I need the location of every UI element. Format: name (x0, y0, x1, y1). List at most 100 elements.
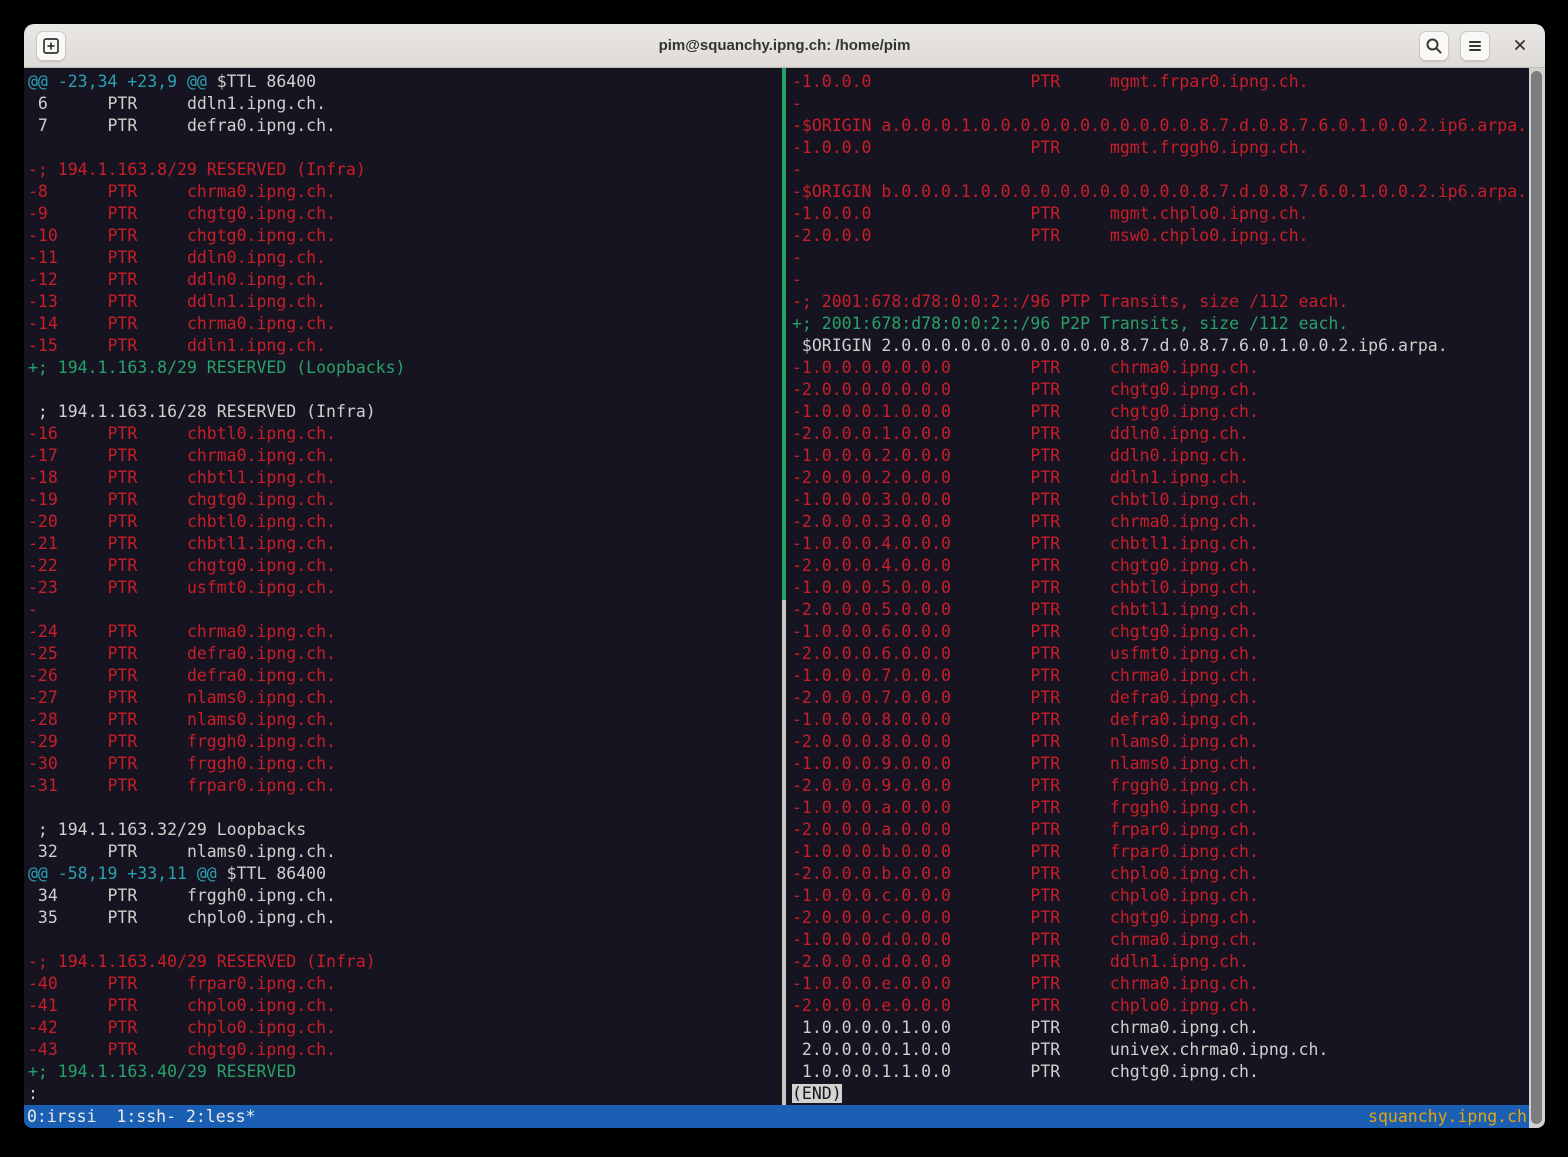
tmux-panes: @@ -23,34 +23,9 @@ $TTL 86400 6 PTR ddln… (24, 68, 1529, 1105)
terminal-line: 1.0.0.0.1.1.0.0 PTR chgtg0.ipng.ch. (792, 1061, 1529, 1083)
terminal-line: ; 194.1.163.16/28 RESERVED (Infra) (28, 401, 782, 423)
terminal-line: -1.0.0.0.3.0.0.0 PTR chbtl0.ipng.ch. (792, 489, 1529, 511)
terminal-line: -30 PTR frggh0.ipng.ch. (28, 753, 782, 775)
terminal-line: -11 PTR ddln0.ipng.ch. (28, 247, 782, 269)
terminal-line: -1.0.0.0.9.0.0.0 PTR nlams0.ipng.ch. (792, 753, 1529, 775)
terminal-line: -1.0.0.0.0.0.0.0 PTR chrma0.ipng.ch. (792, 357, 1529, 379)
terminal-line: -2.0.0.0.6.0.0.0 PTR usfmt0.ipng.ch. (792, 643, 1529, 665)
terminal-line: : (28, 1083, 782, 1105)
terminal-line: -1.0.0.0 PTR mgmt.frpar0.ipng.ch. (792, 71, 1529, 93)
terminal-line: -1.0.0.0.4.0.0.0 PTR chbtl1.ipng.ch. (792, 533, 1529, 555)
scrollbar-track[interactable] (1529, 68, 1545, 1128)
terminal-line: -1.0.0.0.c.0.0.0 PTR chplo0.ipng.ch. (792, 885, 1529, 907)
terminal-content: @@ -23,34 +23,9 @@ $TTL 86400 6 PTR ddln… (24, 68, 1529, 1128)
terminal-line: -16 PTR chbtl0.ipng.ch. (28, 423, 782, 445)
terminal-line: -43 PTR chgtg0.ipng.ch. (28, 1039, 782, 1061)
terminal-line: -10 PTR chgtg0.ipng.ch. (28, 225, 782, 247)
terminal-line (28, 797, 782, 819)
search-button[interactable] (1419, 31, 1449, 61)
terminal-line: 6 PTR ddln1.ipng.ch. (28, 93, 782, 115)
terminal-line: -2.0.0.0.2.0.0.0 PTR ddln1.ipng.ch. (792, 467, 1529, 489)
terminal-line: -14 PTR chrma0.ipng.ch. (28, 313, 782, 335)
terminal-line: -2.0.0.0.9.0.0.0 PTR frggh0.ipng.ch. (792, 775, 1529, 797)
terminal-line: -2.0.0.0.a.0.0.0 PTR frpar0.ipng.ch. (792, 819, 1529, 841)
terminal-line: -29 PTR frggh0.ipng.ch. (28, 731, 782, 753)
terminal-line: -2.0.0.0.b.0.0.0 PTR chplo0.ipng.ch. (792, 863, 1529, 885)
terminal-line: -2.0.0.0.4.0.0.0 PTR chgtg0.ipng.ch. (792, 555, 1529, 577)
terminal-line: -22 PTR chgtg0.ipng.ch. (28, 555, 782, 577)
terminal-line: -1.0.0.0.8.0.0.0 PTR defra0.ipng.ch. (792, 709, 1529, 731)
terminal-line: 34 PTR frggh0.ipng.ch. (28, 885, 782, 907)
terminal-line: -2.0.0.0.d.0.0.0 PTR ddln1.ipng.ch. (792, 951, 1529, 973)
terminal-line: 1.0.0.0.0.1.0.0 PTR chrma0.ipng.ch. (792, 1017, 1529, 1039)
search-icon (1424, 36, 1444, 56)
terminal-line: -9 PTR chgtg0.ipng.ch. (28, 203, 782, 225)
terminal-line: -28 PTR nlams0.ipng.ch. (28, 709, 782, 731)
menu-button[interactable] (1460, 31, 1490, 61)
tmux-right-pane[interactable]: -1.0.0.0 PTR mgmt.frpar0.ipng.ch.--$ORIG… (786, 68, 1529, 1105)
terminal-line: -13 PTR ddln1.ipng.ch. (28, 291, 782, 313)
terminal-line: @@ -23,34 +23,9 @@ $TTL 86400 (28, 71, 782, 93)
tmux-window-list[interactable]: 0:irssi 1:ssh- 2:less* (27, 1105, 255, 1128)
tmux-status-host: squanchy.ipng.ch (1368, 1105, 1527, 1128)
terminal-line: -; 194.1.163.8/29 RESERVED (Infra) (28, 159, 782, 181)
terminal-line: -$ORIGIN a.0.0.0.1.0.0.0.0.0.0.0.0.0.0.0… (792, 115, 1529, 137)
terminal-line: -40 PTR frpar0.ipng.ch. (28, 973, 782, 995)
terminal-line: +; 194.1.163.8/29 RESERVED (Loopbacks) (28, 357, 782, 379)
terminal-line: -23 PTR usfmt0.ipng.ch. (28, 577, 782, 599)
terminal-line: -42 PTR chplo0.ipng.ch. (28, 1017, 782, 1039)
terminal-line: -2.0.0.0.0.0.0.0 PTR chgtg0.ipng.ch. (792, 379, 1529, 401)
terminal-line: -1.0.0.0.e.0.0.0 PTR chrma0.ipng.ch. (792, 973, 1529, 995)
terminal-line: -1.0.0.0.a.0.0.0 PTR frggh0.ipng.ch. (792, 797, 1529, 819)
terminal-line: -21 PTR chbtl1.ipng.ch. (28, 533, 782, 555)
tmux-status-bar: 0:irssi 1:ssh- 2:less* squanchy.ipng.ch (24, 1105, 1529, 1128)
terminal-line (28, 137, 782, 159)
terminal-line (28, 379, 782, 401)
terminal-line: -27 PTR nlams0.ipng.ch. (28, 687, 782, 709)
header-bar: pim@squanchy.ipng.ch: /home/pim (24, 24, 1545, 68)
terminal-line: -1.0.0.0 PTR mgmt.frggh0.ipng.ch. (792, 137, 1529, 159)
terminal-line: -2.0.0.0 PTR msw0.chplo0.ipng.ch. (792, 225, 1529, 247)
terminal-line: - (792, 159, 1529, 181)
terminal-line: 7 PTR defra0.ipng.ch. (28, 115, 782, 137)
terminal-line: -1.0.0.0.6.0.0.0 PTR chgtg0.ipng.ch. (792, 621, 1529, 643)
terminal-line: -2.0.0.0.e.0.0.0 PTR chplo0.ipng.ch. (792, 995, 1529, 1017)
terminal-line: - (792, 93, 1529, 115)
terminal-line (28, 929, 782, 951)
terminal-line: -20 PTR chbtl0.ipng.ch. (28, 511, 782, 533)
terminal-line: -2.0.0.0.7.0.0.0 PTR defra0.ipng.ch. (792, 687, 1529, 709)
terminal-line: -41 PTR chplo0.ipng.ch. (28, 995, 782, 1017)
terminal-line: -17 PTR chrma0.ipng.ch. (28, 445, 782, 467)
scrollbar-thumb[interactable] (1531, 71, 1542, 1124)
terminal-line: -2.0.0.0.8.0.0.0 PTR nlams0.ipng.ch. (792, 731, 1529, 753)
new-tab-icon (40, 35, 62, 57)
terminal-line: -1.0.0.0.2.0.0.0 PTR ddln0.ipng.ch. (792, 445, 1529, 467)
new-tab-button[interactable] (36, 31, 66, 61)
terminal-line: -; 194.1.163.40/29 RESERVED (Infra) (28, 951, 782, 973)
terminal-line: -26 PTR defra0.ipng.ch. (28, 665, 782, 687)
terminal-line: -; 2001:678:d78:0:0:2::/96 PTP Transits,… (792, 291, 1529, 313)
terminal-line: -2.0.0.0.1.0.0.0 PTR ddln0.ipng.ch. (792, 423, 1529, 445)
terminal-line: +; 194.1.163.40/29 RESERVED (28, 1061, 782, 1083)
terminal-line: @@ -58,19 +33,11 @@ $TTL 86400 (28, 863, 782, 885)
window-title: pim@squanchy.ipng.ch: /home/pim (24, 37, 1545, 54)
terminal-line: -2.0.0.0.c.0.0.0 PTR chgtg0.ipng.ch. (792, 907, 1529, 929)
terminal-line: - (792, 247, 1529, 269)
terminal-line: -8 PTR chrma0.ipng.ch. (28, 181, 782, 203)
close-icon (1512, 37, 1528, 56)
terminal-line: -24 PTR chrma0.ipng.ch. (28, 621, 782, 643)
tmux-left-pane[interactable]: @@ -23,34 +23,9 @@ $TTL 86400 6 PTR ddln… (24, 68, 782, 1105)
terminal-line: ; 194.1.163.32/29 Loopbacks (28, 819, 782, 841)
terminal-line: -31 PTR frpar0.ipng.ch. (28, 775, 782, 797)
terminal-line: -1.0.0.0.5.0.0.0 PTR chbtl0.ipng.ch. (792, 577, 1529, 599)
hamburger-menu-icon (1465, 36, 1485, 56)
terminal-line: -1.0.0.0 PTR mgmt.chplo0.ipng.ch. (792, 203, 1529, 225)
terminal-line: 2.0.0.0.0.1.0.0 PTR univex.chrma0.ipng.c… (792, 1039, 1529, 1061)
terminal-line: -18 PTR chbtl1.ipng.ch. (28, 467, 782, 489)
terminal-line: -$ORIGIN b.0.0.0.1.0.0.0.0.0.0.0.0.0.0.0… (792, 181, 1529, 203)
close-window-button[interactable] (1507, 31, 1533, 61)
terminal-line: -2.0.0.0.3.0.0.0 PTR chrma0.ipng.ch. (792, 511, 1529, 533)
terminal-line: -1.0.0.0.1.0.0.0 PTR chgtg0.ipng.ch. (792, 401, 1529, 423)
terminal-line: -1.0.0.0.d.0.0.0 PTR chrma0.ipng.ch. (792, 929, 1529, 951)
terminal-line: -1.0.0.0.7.0.0.0 PTR chrma0.ipng.ch. (792, 665, 1529, 687)
